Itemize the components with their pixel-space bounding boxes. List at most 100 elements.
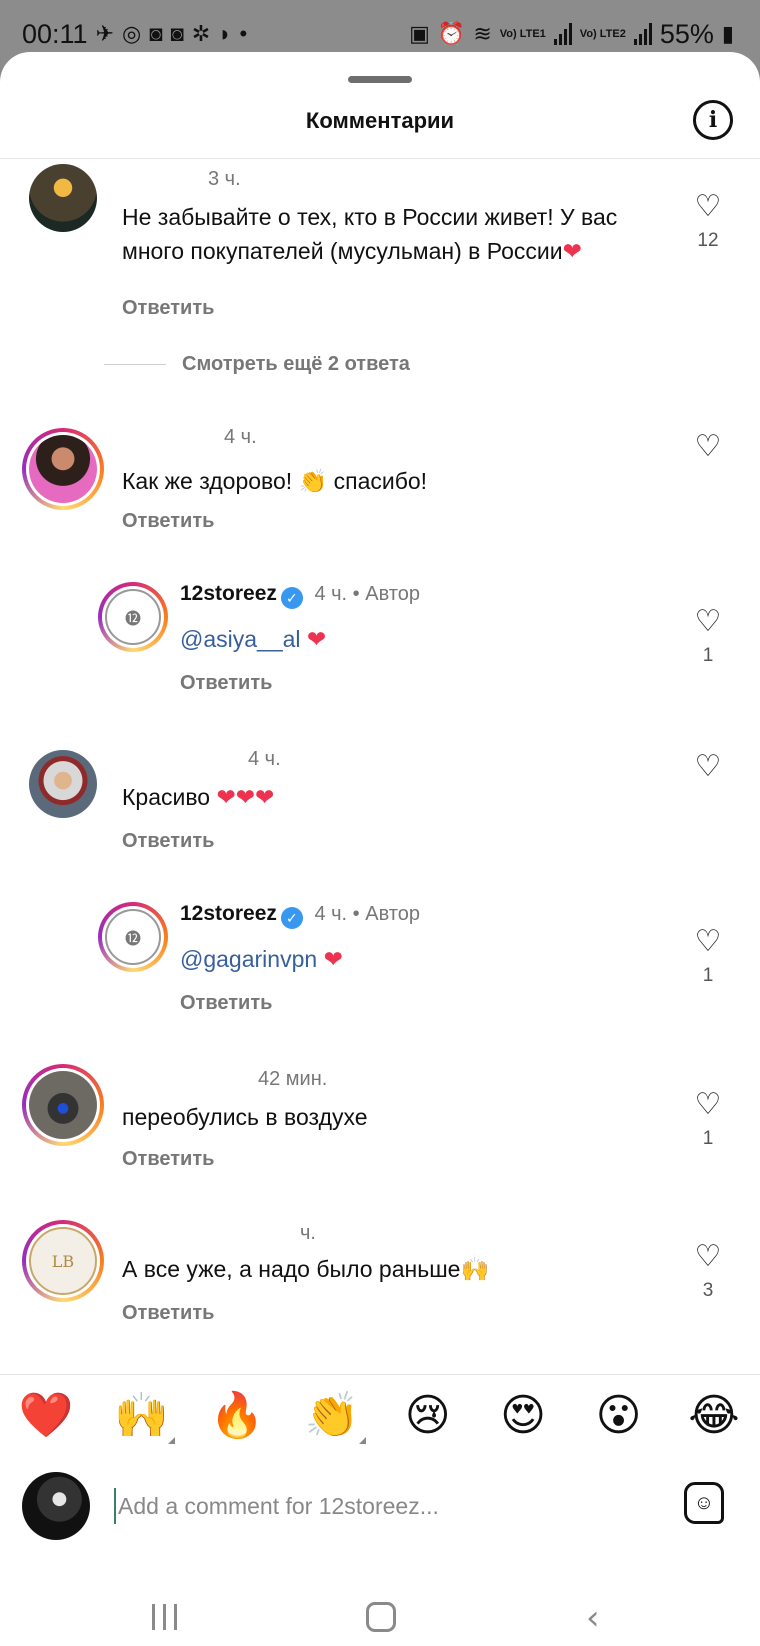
comment-text: переобулись в воздухе (122, 1100, 642, 1134)
emoji-crying[interactable]: 😢 (400, 1388, 456, 1444)
comment-text: А все уже, а надо было раньше🙌 (122, 1252, 642, 1286)
comment-meta: 12storeez ✓ 4 ч. • Автор (180, 582, 420, 609)
app-icon: ✲ (191, 21, 211, 46)
alarm-icon: ⏰ (437, 21, 466, 46)
author-badge: • Автор (352, 903, 420, 925)
like-button[interactable]: ♡ (688, 752, 728, 782)
emoji-heart[interactable]: ❤️ (18, 1388, 74, 1444)
verified-badge-icon: ✓ (280, 587, 303, 609)
comment-text: Красиво ❤❤❤ (122, 780, 642, 814)
like-count: 1 (702, 645, 714, 666)
signal-icon (553, 23, 572, 45)
emoji-heart-eyes[interactable]: 😍 (495, 1388, 551, 1444)
like-button[interactable]: ♡ 12 (688, 192, 728, 252)
sticker-icon[interactable]: ☺ (684, 1482, 724, 1524)
current-user-avatar[interactable] (22, 1472, 90, 1540)
mention-link[interactable]: @asiya__al (180, 626, 301, 652)
instagram-icon: ◙ (149, 21, 163, 46)
avatar-monogram: LB (51, 1251, 75, 1271)
avatar[interactable] (29, 750, 97, 818)
emoji-raised-hands[interactable]: 🙌 (113, 1388, 176, 1444)
like-count: 3 (702, 1280, 714, 1301)
comment-body: Не забывайте о тех, кто в России живет! … (122, 204, 618, 264)
comment-meta: 3 ч. (122, 168, 241, 191)
emoji-clap[interactable]: 👏 (304, 1388, 367, 1444)
username[interactable]: 12storeez (180, 582, 277, 605)
comment-body: переобулись в воздухе (122, 1104, 368, 1130)
reply-button[interactable]: Ответить (180, 992, 272, 1015)
like-button[interactable]: ♡ 1 (688, 1090, 728, 1150)
instagram-icon: ◙ (170, 21, 184, 46)
header-divider (0, 158, 760, 159)
like-button[interactable]: ♡ 1 (688, 607, 728, 667)
comment-time: 4 ч. (224, 426, 257, 448)
comment-meta: 4 ч. (122, 748, 281, 771)
mention-link[interactable]: @gagarinvpn (180, 946, 317, 972)
username[interactable]: 12storeez (180, 902, 277, 925)
heart-outline-icon: ♡ (694, 1239, 722, 1274)
comment-body-end: спасибо! (333, 468, 428, 494)
clap-emoji: 👏 (298, 468, 328, 494)
comment-time: ч. (300, 1222, 316, 1244)
brand-logo: ⓬ (105, 909, 161, 965)
view-more-label: Смотреть ещё 2 ответа (182, 353, 410, 375)
sim2-label: Vo) LTE2 (579, 27, 626, 40)
battery-icon: ▮ (721, 21, 734, 46)
brand-logo: ⓬ (105, 589, 161, 645)
heart-emoji: ❤ (562, 238, 582, 264)
comment-time: 3 ч. (208, 168, 241, 190)
lock-icon: ▣ (409, 21, 430, 46)
reply-button[interactable]: Ответить (122, 297, 214, 320)
comment-time: 4 ч. (248, 748, 281, 770)
like-count: 1 (702, 965, 714, 986)
back-icon[interactable]: ‹ (586, 1598, 600, 1638)
story-ring-avatar[interactable] (22, 428, 104, 510)
story-ring-avatar[interactable]: ⓬ (98, 902, 168, 972)
like-button[interactable]: ♡ (688, 432, 728, 462)
story-ring-avatar[interactable]: LB (22, 1220, 104, 1302)
heart-outline-icon: ♡ (694, 1087, 722, 1122)
comment-body: Как же здорово! (122, 468, 293, 494)
info-icon[interactable]: i (693, 100, 733, 140)
comment-body: Красиво (122, 784, 211, 810)
emoji-bar-divider (0, 1374, 760, 1375)
emoji-laughing[interactable]: 😂 (686, 1388, 742, 1444)
reply-button[interactable]: Ответить (122, 1302, 214, 1325)
like-count: 12 (697, 230, 719, 251)
verified-badge-icon: ✓ (280, 907, 303, 929)
reply-button[interactable]: Ответить (180, 672, 272, 695)
reply-button[interactable]: Ответить (122, 1148, 214, 1171)
comment-text: Как же здорово! 👏 спасибо! (122, 464, 642, 498)
comments-sheet: Комментарии i 3 ч. Не забывайте о тех, к… (0, 52, 760, 1646)
sheet-grabber[interactable] (348, 76, 412, 83)
comment-meta: 4 ч. (122, 426, 257, 449)
status-time: 00:11 (22, 18, 88, 49)
comment-text: @asiya__al ❤ (180, 622, 640, 656)
comment-input[interactable] (114, 1488, 654, 1524)
home-icon[interactable] (366, 1602, 396, 1632)
system-nav-bar: ‹ (0, 1588, 760, 1646)
emoji-fire[interactable]: 🔥 (209, 1388, 265, 1444)
view-more-replies[interactable]: Смотреть ещё 2 ответа (104, 353, 410, 376)
comment-time: 4 ч. (314, 903, 348, 925)
reply-button[interactable]: Ответить (122, 830, 214, 853)
comment-text: Не забывайте о тех, кто в России живет! … (122, 200, 642, 268)
emoji-quick-bar: ❤️ 🙌 🔥 👏 😢 😍 😮 😂 (18, 1388, 742, 1444)
comment-text: @gagarinvpn ❤ (180, 942, 640, 976)
comment-meta: 12storeez ✓ 4 ч. • Автор (180, 902, 420, 929)
comment-body: А все уже, а надо было раньше (122, 1256, 461, 1282)
story-ring-avatar[interactable]: ⓬ (98, 582, 168, 652)
wifi-icon: ≋ (473, 21, 492, 46)
heart-emoji: ❤ (323, 946, 343, 972)
avatar[interactable] (29, 164, 97, 232)
signal-icon (633, 23, 652, 45)
heart-outline-icon: ♡ (694, 924, 722, 959)
reply-button[interactable]: Ответить (122, 510, 214, 533)
like-button[interactable]: ♡ 1 (688, 927, 728, 987)
recents-icon[interactable] (152, 1604, 177, 1630)
emoji-surprised[interactable]: 😮 (591, 1388, 647, 1444)
like-button[interactable]: ♡ 3 (688, 1242, 728, 1302)
story-ring-avatar[interactable] (22, 1064, 104, 1146)
comment-meta: 42 мин. (122, 1068, 327, 1091)
heart-outline-icon: ♡ (694, 749, 722, 784)
